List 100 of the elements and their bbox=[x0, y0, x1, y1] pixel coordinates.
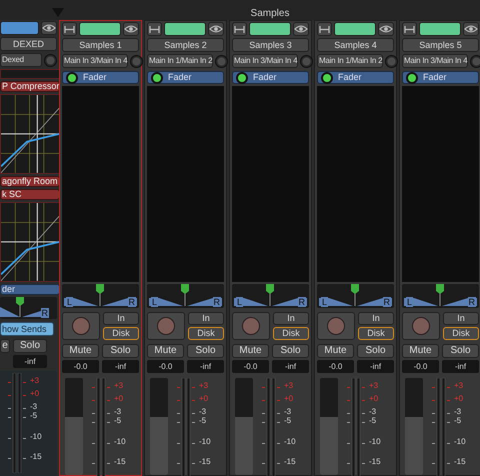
width-button[interactable] bbox=[317, 22, 332, 36]
strip-name-button[interactable]: Samples 5 bbox=[402, 38, 479, 52]
led-indicator[interactable] bbox=[406, 72, 418, 84]
record-button[interactable] bbox=[402, 312, 440, 340]
solo-button[interactable]: Solo bbox=[272, 344, 309, 358]
input-monitor-button[interactable]: In bbox=[443, 312, 479, 325]
eye-icon[interactable] bbox=[41, 21, 57, 35]
eye-icon[interactable] bbox=[378, 22, 394, 36]
fader-track[interactable] bbox=[65, 378, 83, 475]
stereo-panner[interactable]: L R bbox=[232, 284, 309, 308]
plugin-processor[interactable]: agonfly Room bbox=[0, 176, 60, 188]
width-button[interactable] bbox=[402, 22, 417, 36]
disk-monitor-button[interactable]: Disk bbox=[358, 327, 394, 340]
mute-button[interactable]: e bbox=[0, 339, 10, 353]
meter-scale-label: +0 bbox=[199, 395, 208, 403]
input-button[interactable]: Main In 3/Main In 4 bbox=[232, 54, 298, 68]
mute-button[interactable]: Mute bbox=[317, 344, 354, 358]
show-sends-button[interactable]: how Sends bbox=[0, 322, 54, 336]
input-monitor-button[interactable]: In bbox=[103, 312, 139, 325]
gain-readout[interactable]: -0.0 bbox=[62, 360, 99, 373]
eye-icon[interactable] bbox=[463, 22, 479, 36]
trim-knob[interactable] bbox=[130, 54, 144, 68]
input-button[interactable]: Main In 1/Main In 2 bbox=[147, 54, 214, 68]
led-indicator[interactable] bbox=[321, 72, 333, 84]
fader-processor[interactable]: Fader bbox=[232, 71, 309, 84]
peak-readout: -inf bbox=[272, 360, 309, 373]
meter-scale-label: +3 bbox=[284, 382, 294, 390]
stereo-panner[interactable]: L R bbox=[402, 284, 479, 308]
name-color-bar[interactable] bbox=[419, 22, 461, 36]
stereo-panner[interactable]: L R bbox=[62, 284, 139, 308]
input-monitor-button[interactable]: In bbox=[188, 312, 224, 325]
mute-button[interactable]: Mute bbox=[147, 344, 184, 358]
record-button[interactable] bbox=[147, 312, 185, 340]
eye-icon[interactable] bbox=[208, 22, 224, 36]
solo-button[interactable]: Solo bbox=[442, 344, 479, 358]
solo-button[interactable]: Solo bbox=[357, 344, 394, 358]
disk-monitor-button[interactable]: Disk bbox=[273, 327, 309, 340]
record-button[interactable] bbox=[317, 312, 355, 340]
strip-name-button[interactable]: DEXED bbox=[0, 37, 57, 51]
name-color-bar[interactable] bbox=[79, 22, 121, 36]
fader-processor[interactable]: Fader bbox=[402, 71, 479, 84]
group-tab-label[interactable]: Samples bbox=[248, 9, 292, 19]
peak-readout: -inf bbox=[13, 355, 47, 368]
mixer-strip[interactable]: Samples 2 Main In 1/Main In 2 Fader L R In Disk Mute Solo -0.0 -inf +3 +0 -3 -5 -10 -15 bbox=[144, 20, 227, 476]
mute-button[interactable]: Mute bbox=[62, 344, 99, 358]
gain-readout[interactable]: -0.0 bbox=[317, 360, 354, 373]
led-indicator[interactable] bbox=[66, 72, 78, 84]
gain-readout[interactable]: -0.0 bbox=[232, 360, 269, 373]
input-monitor-button[interactable]: In bbox=[358, 312, 394, 325]
plugin-processor[interactable]: k SC bbox=[0, 189, 60, 200]
stereo-panner[interactable]: L R bbox=[147, 284, 224, 308]
disk-monitor-button[interactable]: Disk bbox=[188, 327, 224, 340]
name-color-bar[interactable] bbox=[334, 22, 376, 36]
disk-monitor-button[interactable]: Disk bbox=[103, 327, 139, 340]
fader-processor[interactable]: der bbox=[0, 284, 60, 295]
fader-track[interactable] bbox=[405, 378, 423, 475]
solo-button[interactable]: Solo bbox=[102, 344, 139, 358]
input-monitor-button[interactable]: In bbox=[273, 312, 309, 325]
solo-button[interactable]: Solo bbox=[13, 339, 47, 353]
width-button[interactable] bbox=[147, 22, 162, 36]
led-indicator[interactable] bbox=[151, 72, 163, 84]
led-indicator[interactable] bbox=[236, 72, 248, 84]
input-button[interactable]: Dexed bbox=[0, 53, 42, 67]
double-arrow-icon bbox=[149, 26, 160, 32]
strip-name-button[interactable]: Samples 3 bbox=[232, 38, 309, 52]
strip-name-button[interactable]: Samples 2 bbox=[147, 38, 224, 52]
mixer-strip[interactable]: Samples 3 Main In 3/Main In 4 Fader L R In Disk Mute Solo -0.0 -inf +3 +0 -3 -5 -10 -15 bbox=[229, 20, 312, 476]
disk-monitor-button[interactable]: Disk bbox=[443, 327, 479, 340]
mixer-strip[interactable]: Samples 5 Main In 3/Main In 4 Fader L R In Disk Mute Solo -0.0 -inf +3 +0 -3 -5 -10 -15 bbox=[399, 20, 480, 476]
meter-scale-label: -3 bbox=[369, 408, 376, 416]
width-button[interactable] bbox=[232, 22, 247, 36]
width-button[interactable] bbox=[62, 22, 77, 36]
fader-processor[interactable]: Fader bbox=[317, 71, 394, 84]
input-button[interactable]: Main In 3/Main In 4 bbox=[62, 54, 128, 68]
name-color-bar[interactable] bbox=[249, 22, 291, 36]
fader-processor[interactable]: Fader bbox=[62, 71, 139, 84]
stereo-panner[interactable]: R bbox=[0, 297, 57, 319]
solo-button[interactable]: Solo bbox=[187, 344, 224, 358]
stereo-panner[interactable]: L R bbox=[317, 284, 394, 308]
name-color-bar[interactable] bbox=[0, 21, 39, 35]
fader-track[interactable] bbox=[150, 378, 168, 475]
fader-track[interactable] bbox=[320, 378, 338, 475]
mixer-strip[interactable]: Samples 4 Main In 1/Main In 2 Fader L R In Disk Mute Solo -0.0 -inf +3 +0 -3 -5 -10 -15 bbox=[314, 20, 397, 476]
gain-readout[interactable]: -0.0 bbox=[402, 360, 439, 373]
eye-icon[interactable] bbox=[293, 22, 309, 36]
eye-icon[interactable] bbox=[123, 22, 139, 36]
fader-track[interactable] bbox=[235, 378, 253, 475]
mixer-strip[interactable]: Samples 1 Main In 3/Main In 4 Fader L R In Disk Mute Solo -0.0 -inf +3 +0 -3 -5 -10 -15 bbox=[59, 20, 142, 476]
gain-readout[interactable]: -0.0 bbox=[147, 360, 184, 373]
fader-processor[interactable]: Fader bbox=[147, 71, 224, 84]
record-button[interactable] bbox=[62, 312, 100, 340]
mute-button[interactable]: Mute bbox=[232, 344, 269, 358]
input-button[interactable]: Main In 1/Main In 2 bbox=[317, 54, 384, 68]
input-button[interactable]: Main In 3/Main In 4 bbox=[402, 54, 468, 68]
plugin-processor[interactable]: P Compressor bbox=[0, 81, 60, 92]
mute-button[interactable]: Mute bbox=[402, 344, 439, 358]
strip-name-button[interactable]: Samples 1 bbox=[62, 38, 139, 52]
strip-name-button[interactable]: Samples 4 bbox=[317, 38, 394, 52]
record-button[interactable] bbox=[232, 312, 270, 340]
name-color-bar[interactable] bbox=[164, 22, 206, 36]
